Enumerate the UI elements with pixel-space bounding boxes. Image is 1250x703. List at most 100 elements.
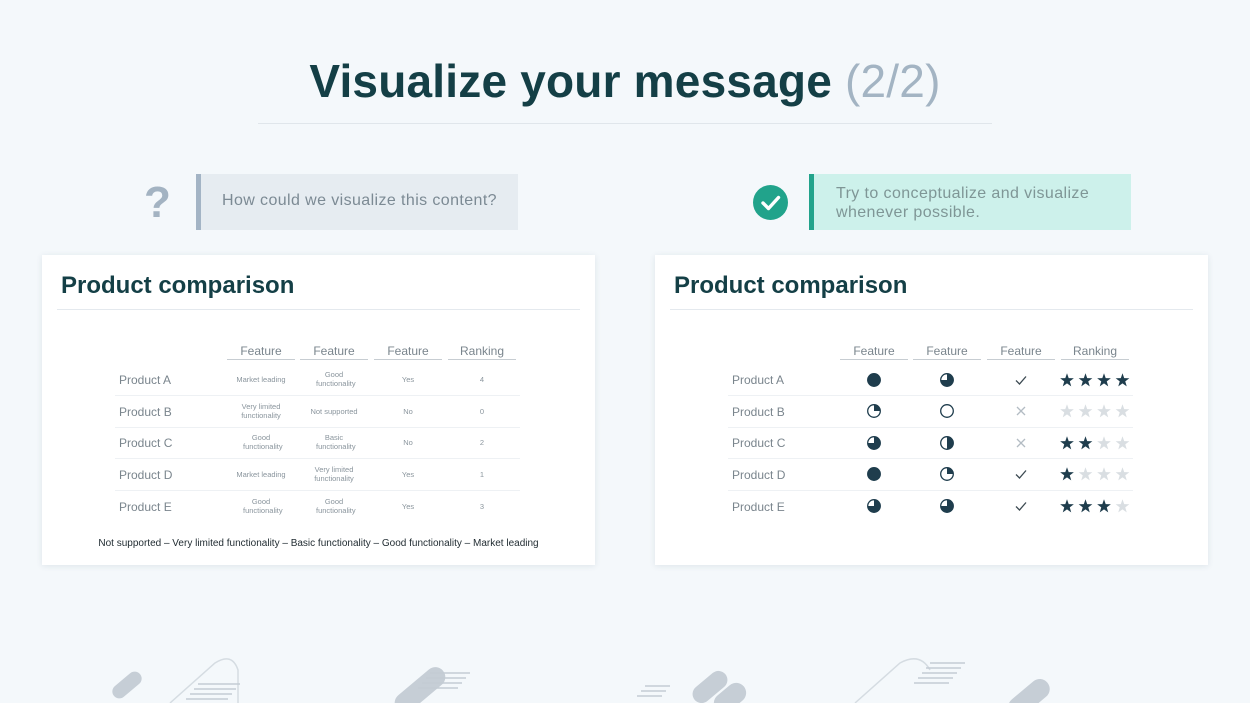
header-underline (1061, 359, 1129, 360)
star-filled-icon (1060, 373, 1074, 387)
check-circle-icon (753, 185, 788, 220)
cross-icon (1013, 403, 1029, 419)
row-divider (728, 427, 1133, 428)
header-underline (300, 359, 368, 360)
row-divider (728, 458, 1133, 459)
decorative-shapes (112, 658, 1050, 703)
harvey-ball-icon (866, 466, 882, 482)
header-feature-1: Feature (853, 344, 895, 358)
header-ranking: Ranking (459, 344, 505, 358)
star-rating (1059, 466, 1131, 482)
row-divider (115, 395, 520, 396)
header-feature-2: Feature (926, 344, 968, 358)
table-cell: No (403, 407, 413, 416)
table-cell: Very limited functionality (314, 465, 354, 483)
header-underline (374, 359, 442, 360)
table-cell: 2 (479, 438, 485, 447)
table-cell: Very limited functionality (241, 402, 281, 420)
question-callout: How could we visualize this content? (196, 174, 518, 230)
advice-line-2: whenever possible. (836, 204, 981, 221)
star-empty-icon (1097, 436, 1111, 450)
star-filled-icon (1060, 436, 1074, 450)
star-filled-icon (1078, 499, 1093, 513)
question-mark-icon: ? (144, 178, 171, 227)
harvey-ball-icon (939, 403, 955, 419)
card-title: Product comparison (674, 272, 908, 299)
row-divider (115, 458, 520, 459)
table-cell: Not supported (310, 407, 358, 416)
row-label: Product D (732, 468, 786, 482)
header-feature-3: Feature (387, 344, 429, 358)
star-rating (1059, 403, 1131, 419)
table-cell: Market leading (236, 470, 286, 479)
table-cell: Yes (401, 470, 415, 479)
question-callout-text: How could we visualize this content? (222, 192, 497, 209)
advice-line-1: Try to conceptualize and visualize (836, 185, 1090, 202)
star-empty-icon (1115, 467, 1130, 481)
table-cell: 3 (479, 502, 485, 511)
harvey-ball-icon (939, 435, 955, 451)
table-cell: Basic functionality (316, 433, 356, 451)
check-icon (1013, 372, 1029, 388)
row-divider (115, 427, 520, 428)
table-cell: Good functionality (316, 497, 356, 515)
row-label: Product C (119, 436, 173, 450)
header-feature-3: Feature (1000, 344, 1042, 358)
row-label: Product C (732, 436, 786, 450)
card-title: Product comparison (61, 272, 295, 299)
row-divider (728, 490, 1133, 491)
table-cell: Good functionality (316, 370, 356, 388)
table-cell: Market leading (236, 375, 286, 384)
star-empty-icon (1078, 467, 1093, 481)
header-underline (227, 359, 295, 360)
row-label: Product B (732, 405, 785, 419)
table-cell: 0 (479, 407, 485, 416)
card-divider (57, 309, 580, 310)
advice-callout: Try to conceptualize and visualize whenev… (809, 174, 1131, 230)
star-rating (1059, 435, 1131, 451)
row-divider (115, 490, 520, 491)
table-cell: 1 (479, 470, 485, 479)
star-filled-icon (1060, 467, 1074, 481)
star-filled-icon (1060, 499, 1074, 513)
title-accent: (2/2) (845, 55, 941, 107)
check-icon (1013, 498, 1029, 514)
row-label: Product E (732, 500, 785, 514)
header-feature-1: Feature (240, 344, 282, 358)
star-filled-icon (1078, 373, 1093, 387)
star-empty-icon (1097, 404, 1111, 418)
star-rating (1059, 498, 1131, 514)
star-empty-icon (1115, 404, 1130, 418)
header-ranking: Ranking (1072, 344, 1118, 358)
check-icon (1013, 466, 1029, 482)
star-empty-icon (1115, 436, 1130, 450)
title-divider (258, 123, 992, 124)
text-comparison-card: Product comparison Feature Feature Featu… (42, 255, 595, 565)
star-filled-icon (1115, 373, 1130, 387)
table-cell: No (403, 438, 413, 447)
card-divider (670, 309, 1193, 310)
row-divider (728, 395, 1133, 396)
row-label: Product A (732, 373, 785, 387)
table-cell: Good functionality (243, 497, 283, 515)
star-filled-icon (1078, 436, 1093, 450)
header-underline (448, 359, 516, 360)
header-underline (987, 359, 1055, 360)
star-filled-icon (1097, 373, 1111, 387)
table-cell: 4 (479, 375, 485, 384)
harvey-ball-icon (939, 466, 955, 482)
title-main: Visualize your message (309, 55, 833, 107)
header-underline (913, 359, 981, 360)
star-empty-icon (1097, 467, 1111, 481)
visual-comparison-card: Product comparison Feature Feature Featu… (655, 255, 1208, 565)
table-cell: Yes (401, 502, 415, 511)
scale-legend: Not supported – Very limited functionali… (98, 538, 539, 549)
row-label: Product A (119, 373, 172, 387)
header-underline (840, 359, 908, 360)
star-empty-icon (1060, 404, 1074, 418)
harvey-ball-icon (866, 372, 882, 388)
star-filled-icon (1097, 499, 1111, 513)
harvey-ball-icon (866, 498, 882, 514)
row-label: Product D (119, 468, 173, 482)
page-title: Visualize your message (2/2) (0, 54, 1250, 108)
